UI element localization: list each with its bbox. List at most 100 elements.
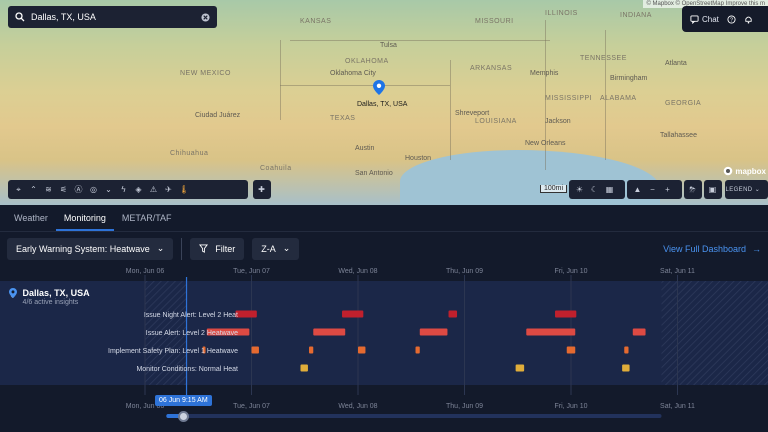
zoom-out-icon[interactable]: − (648, 185, 657, 194)
city-label: Birmingham (610, 75, 648, 82)
event-bar (624, 346, 629, 354)
day-tick-label: Sat, Jun 11 (660, 268, 695, 275)
event-bar (235, 310, 257, 318)
legend-button[interactable]: LEGEND ⌄ (725, 180, 768, 199)
mapbox-logo: mapbox (723, 166, 766, 176)
location-search[interactable]: Dallas, TX, USA (8, 6, 217, 28)
map-view[interactable]: KANSAS MISSOURI OKLAHOMA ARKANSAS TEXAS … (0, 0, 768, 205)
day-tick-label: Thu, Jun 09 (446, 403, 483, 410)
zoom-toolbar: ▲ − + (627, 180, 682, 199)
add-layer-button[interactable]: ✚ (253, 180, 271, 199)
location-header[interactable]: ⌄ Dallas, TX, USA 4/6 active insights (9, 288, 90, 306)
chat-button[interactable]: Chat (690, 15, 719, 24)
state-border (290, 40, 550, 41)
screen-button[interactable]: ▣ (704, 180, 722, 199)
region-label: ALABAMA (600, 95, 637, 102)
storm-icon: ⛈ (689, 184, 696, 194)
row-label: Implement Safety Plan: Level 1 Heatwave (108, 348, 238, 355)
day-tick-label: Thu, Jun 09 (446, 268, 483, 275)
bell-icon[interactable] (744, 15, 753, 24)
chat-label: Chat (702, 14, 719, 24)
event-bar (448, 310, 458, 318)
warning-layer-icon[interactable]: ⚠ (149, 185, 158, 194)
legend-label: LEGEND (725, 186, 753, 193)
state-border (450, 60, 451, 160)
region-label: OKLAHOMA (345, 58, 389, 65)
tab-weather[interactable]: Weather (6, 205, 56, 231)
weather-alert-button[interactable]: ⛈ (684, 180, 702, 199)
tab-bar: Weather Monitoring METAR/TAF (0, 205, 768, 232)
chevron-down-icon: ⌄ (282, 243, 291, 253)
timeline: Mon, Jun 06 Tue, Jun 07 Wed, Jun 08 Thu, Ju… (0, 265, 768, 432)
location-pin-icon[interactable] (373, 80, 385, 95)
chevron-down-icon[interactable]: ⌄ (104, 185, 113, 194)
active-insights: 4/6 active insights (22, 299, 79, 306)
time-scrubber-handle[interactable] (178, 411, 189, 422)
city-label: Atlanta (665, 60, 687, 67)
event-bar (419, 328, 448, 336)
region-label: Coahuila (260, 165, 292, 172)
clear-icon[interactable] (201, 12, 210, 22)
dashboard-link-label: View Full Dashboard (663, 243, 746, 254)
satellite-icon[interactable]: ▦ (605, 185, 614, 194)
mapbox-icon (724, 166, 733, 176)
event-bar (251, 346, 259, 354)
flight-layer-icon[interactable]: ✈ (164, 185, 173, 194)
help-icon[interactable]: ? (727, 14, 736, 24)
day-tick-label: Fri, Jun 10 (554, 403, 588, 410)
layers-icon[interactable]: ◈ (134, 185, 143, 194)
arrow-right-icon: → (752, 243, 761, 254)
day-tick-label: Wed, Jun 08 (338, 403, 378, 410)
row-label: Issue Alert: Level 2 Heatwave (145, 330, 238, 337)
moon-icon[interactable]: ☾ (590, 185, 599, 194)
sort-select[interactable]: Z-A ⌄ (252, 237, 300, 260)
filter-label: Filter (215, 243, 236, 254)
search-icon (15, 12, 25, 22)
event-bar (313, 328, 346, 336)
system-select[interactable]: Early Warning System: Heatwave ⌄ (7, 237, 174, 260)
event-bar (300, 364, 308, 372)
filter-icon (199, 244, 209, 253)
lightning-layer-icon[interactable]: ϟ (119, 185, 128, 194)
sun-icon[interactable]: ☀ (575, 185, 584, 194)
system-select-value: Early Warning System: Heatwave (16, 243, 150, 254)
map-scale: 100mi (540, 185, 568, 193)
state-border (280, 85, 450, 86)
compass-icon[interactable]: ▲ (633, 185, 642, 194)
chat-icon (690, 14, 699, 24)
chevron-up-icon[interactable]: ⌃ (29, 185, 38, 194)
wind-layer-icon[interactable]: ≋ (44, 185, 53, 194)
tab-metar-taf[interactable]: METAR/TAF (114, 205, 180, 231)
region-label: ARKANSAS (470, 65, 513, 72)
sliders-icon[interactable]: ⚟ (59, 185, 68, 194)
city-label: Austin (355, 145, 375, 152)
filter-button[interactable]: Filter (190, 237, 245, 260)
city-label: Houston (405, 155, 432, 162)
row-label: Monitor Conditions: Normal Heat (136, 366, 238, 373)
scrubber-track (166, 414, 662, 418)
current-time-badge: 06 Jun 9:15 AM (155, 395, 212, 406)
tab-monitoring[interactable]: Monitoring (55, 205, 114, 231)
region-label: INDIANA (620, 12, 652, 19)
divider (181, 237, 183, 260)
region-label: TEXAS (330, 115, 356, 122)
add-location-icon: ✚ (258, 185, 265, 194)
city-label: Ciudad Juárez (195, 112, 241, 119)
day-tick-label: Tue, Jun 07 (233, 403, 270, 410)
view-full-dashboard-link[interactable]: View Full Dashboard → (663, 244, 761, 254)
aviation-layer-icon[interactable]: Ⓐ (74, 184, 83, 195)
city-label: Oklahoma City (330, 70, 376, 77)
city-label: Memphis (530, 70, 559, 77)
city-label: Tallahassee (660, 132, 697, 139)
zoom-in-icon[interactable]: + (663, 185, 672, 194)
pin-tool-icon[interactable]: ⌖ (14, 185, 23, 195)
state-border (280, 40, 281, 120)
city-label: Jackson (545, 118, 571, 125)
temperature-layer-icon[interactable]: 🌡 (179, 185, 189, 194)
event-bar (622, 364, 630, 372)
top-right-actions: Chat ? (682, 6, 768, 32)
radar-layer-icon[interactable]: ◎ (89, 185, 98, 194)
region-label: GEORGIA (665, 100, 702, 107)
day-tick-label: Mon, Jun 06 (125, 268, 165, 275)
search-input[interactable]: Dallas, TX, USA (31, 12, 195, 22)
